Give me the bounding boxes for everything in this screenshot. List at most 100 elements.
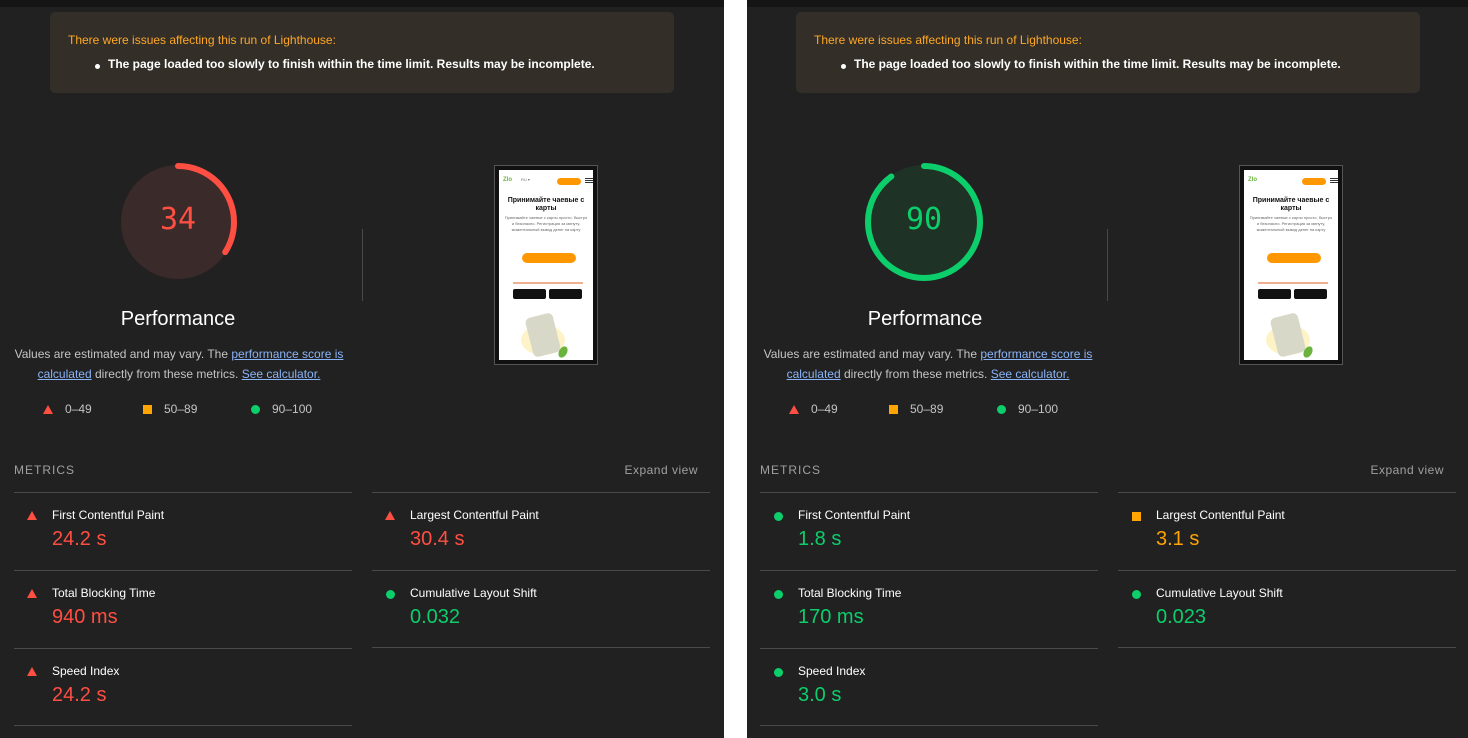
warning-item: The page loaded too slowly to finish wit…: [854, 57, 1341, 71]
metric-value: 940 ms: [52, 606, 118, 628]
circle-icon: [774, 590, 783, 599]
metric-value: 3.0 s: [798, 684, 842, 706]
lang-switch: RU ▾: [521, 177, 530, 182]
metric-value: 170 ms: [798, 606, 864, 628]
legend-pass: 90–100: [997, 402, 1058, 416]
metric-label: First Contentful Paint: [798, 508, 911, 522]
expand-view-button[interactable]: Expand view: [1370, 463, 1444, 477]
warning-box: There were issues affecting this run of …: [796, 12, 1420, 93]
triangle-icon: [27, 511, 37, 520]
legend-average: 50–89: [889, 402, 943, 416]
triangle-icon: [27, 667, 37, 676]
circle-icon: [774, 668, 783, 677]
metric-label: Largest Contentful Paint: [410, 508, 539, 522]
site-logo: Zlo: [503, 177, 512, 183]
metric-label: Largest Contentful Paint: [1156, 508, 1285, 522]
metric-label: Cumulative Layout Shift: [1156, 586, 1283, 600]
site-login-button: [557, 178, 581, 185]
metric-fcp: First Contentful Paint 1.8 s: [760, 492, 1098, 570]
metric-value: 24.2 s: [52, 684, 107, 706]
metric-tbt: Total Blocking Time 940 ms: [14, 570, 352, 648]
performance-gauge[interactable]: 90: [863, 161, 985, 283]
bullet-icon: [841, 64, 846, 69]
score-description: Values are estimated and may vary. The p…: [763, 344, 1093, 384]
triangle-icon: [27, 589, 37, 598]
metric-value: 3.1 s: [1156, 528, 1200, 550]
square-icon: [143, 405, 152, 414]
metrics-heading: METRICS: [14, 463, 75, 477]
performance-gauge[interactable]: 34: [117, 161, 239, 283]
legend-average-label: 50–89: [164, 402, 198, 416]
legend-pass: 90–100: [251, 402, 312, 416]
lighthouse-report-left: There were issues affecting this run of …: [0, 0, 724, 738]
metric-value: 1.8 s: [798, 528, 842, 550]
menu-icon: [1330, 178, 1338, 179]
legend-average-label: 50–89: [910, 402, 944, 416]
legend-fail: 0–49: [43, 402, 92, 416]
metric-fcp: First Contentful Paint 24.2 s: [14, 492, 352, 570]
desc-text-1: Values are estimated and may vary. The: [763, 347, 981, 361]
desc-text-1: Values are estimated and may vary. The: [14, 347, 232, 361]
metric-value: 0.032: [410, 606, 461, 628]
app-store-badge: [1258, 289, 1291, 299]
site-cta-caption: [1258, 282, 1328, 284]
metric-label: Total Blocking Time: [798, 586, 902, 600]
metric-value: 24.2 s: [52, 528, 107, 550]
legend-pass-label: 90–100: [1018, 402, 1059, 416]
desc-text-2: directly from these metrics.: [91, 367, 242, 381]
triangle-icon: [43, 405, 53, 414]
warning-box: There were issues affecting this run of …: [50, 12, 674, 93]
menu-icon: [585, 178, 593, 179]
expand-view-button[interactable]: Expand view: [624, 463, 698, 477]
metric-si: Speed Index 24.2 s: [14, 648, 352, 726]
site-cta-button: [1267, 253, 1321, 263]
metrics-heading: METRICS: [760, 463, 821, 477]
gauge-score: 90: [905, 202, 943, 237]
circle-icon: [997, 405, 1006, 414]
metric-label: Speed Index: [52, 664, 120, 678]
final-screenshot[interactable]: Zlo RU ▾ Принимайте чаевые с карты Прини…: [494, 165, 598, 365]
metric-cls: Cumulative Layout Shift 0.032: [372, 570, 710, 648]
metric-label: Total Blocking Time: [52, 586, 156, 600]
triangle-icon: [789, 405, 799, 414]
metric-value: 30.4 s: [410, 528, 465, 550]
site-cta-button: [522, 253, 576, 263]
legend-fail-label: 0–49: [811, 402, 838, 416]
app-store-badge: [513, 289, 546, 299]
legend-average: 50–89: [143, 402, 197, 416]
circle-icon: [386, 590, 395, 599]
square-icon: [1132, 512, 1141, 521]
metric-si: Speed Index 3.0 s: [760, 648, 1098, 726]
lighthouse-report-right: There were issues affecting this run of …: [747, 0, 1468, 738]
metric-cls: Cumulative Layout Shift 0.023: [1118, 570, 1456, 648]
see-calculator-link[interactable]: See calculator.: [991, 367, 1070, 381]
site-subtitle: Принимайте чаевые с карты просто, быстро…: [504, 215, 588, 232]
legend-fail-label: 0–49: [65, 402, 92, 416]
site-headline: Принимайте чаевые с карты: [1252, 197, 1330, 212]
site-cta-caption: [513, 282, 583, 284]
see-calculator-link[interactable]: See calculator.: [242, 367, 321, 381]
vertical-divider: [1107, 229, 1108, 301]
metric-label: First Contentful Paint: [52, 508, 165, 522]
metric-label: Speed Index: [798, 664, 866, 678]
metric-lcp: Largest Contentful Paint 3.1 s: [1118, 492, 1456, 570]
gauge-score: 34: [159, 202, 197, 237]
top-bar: [0, 0, 724, 7]
top-bar: [747, 0, 1468, 7]
site-headline: Принимайте чаевые с карты: [507, 197, 585, 212]
google-play-badge: [1294, 289, 1327, 299]
final-screenshot[interactable]: Zlo Принимайте чаевые с карты Принимайте…: [1239, 165, 1343, 365]
circle-icon: [251, 405, 260, 414]
desc-text-2: directly from these metrics.: [840, 367, 991, 381]
legend-pass-label: 90–100: [272, 402, 313, 416]
triangle-icon: [385, 511, 395, 520]
site-logo: Zlo: [1248, 177, 1257, 183]
screenshot-page: Zlo RU ▾ Принимайте чаевые с карты Прини…: [499, 170, 593, 360]
score-description: Values are estimated and may vary. The p…: [14, 344, 344, 384]
google-play-badge: [549, 289, 582, 299]
metric-lcp: Largest Contentful Paint 30.4 s: [372, 492, 710, 570]
warning-item: The page loaded too slowly to finish wit…: [108, 57, 595, 71]
vertical-divider: [362, 229, 363, 301]
square-icon: [889, 405, 898, 414]
category-title: Performance: [120, 308, 236, 330]
